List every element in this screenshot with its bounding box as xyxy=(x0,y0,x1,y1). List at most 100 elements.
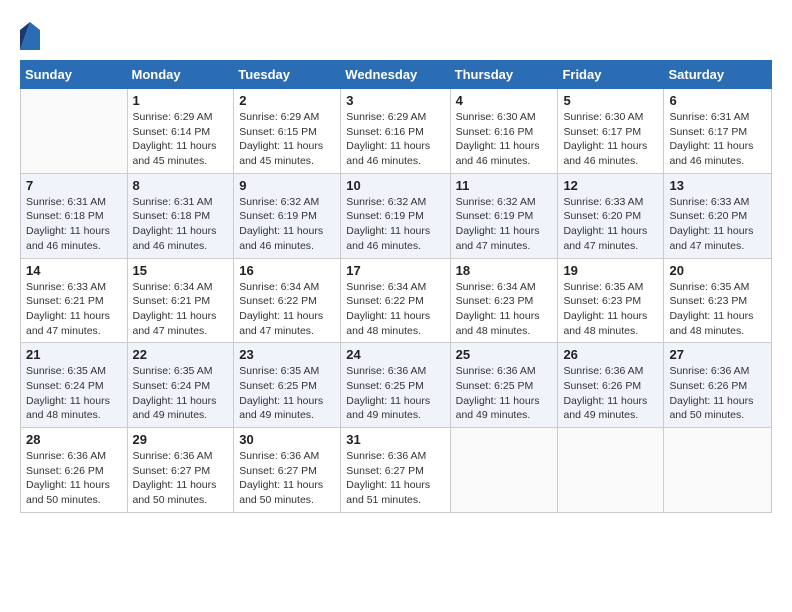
week-row-2: 7 Sunrise: 6:31 AMSunset: 6:18 PMDaylight… xyxy=(21,173,772,258)
day-number: 13 xyxy=(669,178,766,193)
day-info: Sunrise: 6:36 AMSunset: 6:25 PMDaylight:… xyxy=(346,364,444,423)
calendar-cell: 8 Sunrise: 6:31 AMSunset: 6:18 PMDaylight… xyxy=(127,173,234,258)
day-number: 22 xyxy=(133,347,229,362)
calendar-cell xyxy=(558,428,664,513)
calendar-cell: 14 Sunrise: 6:33 AMSunset: 6:21 PMDayligh… xyxy=(21,258,128,343)
calendar-cell: 18 Sunrise: 6:34 AMSunset: 6:23 PMDayligh… xyxy=(450,258,558,343)
calendar-cell: 26Sunrise: 6:36 AMSunset: 6:26 PMDayligh… xyxy=(558,343,664,428)
calendar-cell: 21 Sunrise: 6:35 AMSunset: 6:24 PMDayligh… xyxy=(21,343,128,428)
week-row-1: 1 Sunrise: 6:29 AMSunset: 6:14 PMDaylight… xyxy=(21,89,772,174)
day-info: Sunrise: 6:36 AMSunset: 6:25 PMDaylight:… xyxy=(456,364,553,423)
day-info: Sunrise: 6:36 AMSunset: 6:27 PMDaylight:… xyxy=(133,449,229,508)
day-number: 16 xyxy=(239,263,335,278)
day-info: Sunrise: 6:29 AMSunset: 6:15 PMDaylight:… xyxy=(239,110,335,169)
calendar-cell: 23 Sunrise: 6:35 AMSunset: 6:25 PMDayligh… xyxy=(234,343,341,428)
day-info: Sunrise: 6:29 AMSunset: 6:16 PMDaylight:… xyxy=(346,110,444,169)
weekday-header-thursday: Thursday xyxy=(450,61,558,89)
day-info: Sunrise: 6:34 AMSunset: 6:22 PMDaylight:… xyxy=(346,280,444,339)
day-info: Sunrise: 6:33 AMSunset: 6:21 PMDaylight:… xyxy=(26,280,122,339)
calendar-cell: 5Sunrise: 6:30 AMSunset: 6:17 PMDaylight… xyxy=(558,89,664,174)
page-header xyxy=(20,20,772,50)
calendar-cell: 4Sunrise: 6:30 AMSunset: 6:16 PMDaylight… xyxy=(450,89,558,174)
day-number: 1 xyxy=(133,93,229,108)
calendar-cell: 31 Sunrise: 6:36 AMSunset: 6:27 PMDayligh… xyxy=(341,428,450,513)
day-number: 11 xyxy=(456,178,553,193)
calendar-cell: 25 Sunrise: 6:36 AMSunset: 6:25 PMDayligh… xyxy=(450,343,558,428)
weekday-header-monday: Monday xyxy=(127,61,234,89)
calendar-cell: 1 Sunrise: 6:29 AMSunset: 6:14 PMDaylight… xyxy=(127,89,234,174)
day-info: Sunrise: 6:33 AMSunset: 6:20 PMDaylight:… xyxy=(563,195,658,254)
calendar-cell: 29 Sunrise: 6:36 AMSunset: 6:27 PMDayligh… xyxy=(127,428,234,513)
day-info: Sunrise: 6:31 AMSunset: 6:18 PMDaylight:… xyxy=(26,195,122,254)
day-info: Sunrise: 6:30 AMSunset: 6:17 PMDaylight:… xyxy=(563,110,658,169)
calendar-cell xyxy=(21,89,128,174)
day-number: 31 xyxy=(346,432,444,447)
day-info: Sunrise: 6:34 AMSunset: 6:21 PMDaylight:… xyxy=(133,280,229,339)
week-row-5: 28 Sunrise: 6:36 AMSunset: 6:26 PMDayligh… xyxy=(21,428,772,513)
calendar-cell: 27Sunrise: 6:36 AMSunset: 6:26 PMDayligh… xyxy=(664,343,772,428)
day-info: Sunrise: 6:35 AMSunset: 6:23 PMDaylight:… xyxy=(563,280,658,339)
day-number: 20 xyxy=(669,263,766,278)
calendar-cell: 10Sunrise: 6:32 AMSunset: 6:19 PMDayligh… xyxy=(341,173,450,258)
day-info: Sunrise: 6:35 AMSunset: 6:25 PMDaylight:… xyxy=(239,364,335,423)
day-info: Sunrise: 6:35 AMSunset: 6:24 PMDaylight:… xyxy=(133,364,229,423)
calendar-cell: 20 Sunrise: 6:35 AMSunset: 6:23 PMDayligh… xyxy=(664,258,772,343)
weekday-header-saturday: Saturday xyxy=(664,61,772,89)
week-row-4: 21 Sunrise: 6:35 AMSunset: 6:24 PMDayligh… xyxy=(21,343,772,428)
calendar-cell: 16 Sunrise: 6:34 AMSunset: 6:22 PMDayligh… xyxy=(234,258,341,343)
calendar-cell: 9 Sunrise: 6:32 AMSunset: 6:19 PMDaylight… xyxy=(234,173,341,258)
week-row-3: 14 Sunrise: 6:33 AMSunset: 6:21 PMDayligh… xyxy=(21,258,772,343)
calendar-cell: 15 Sunrise: 6:34 AMSunset: 6:21 PMDayligh… xyxy=(127,258,234,343)
calendar-cell: 17 Sunrise: 6:34 AMSunset: 6:22 PMDayligh… xyxy=(341,258,450,343)
day-info: Sunrise: 6:35 AMSunset: 6:24 PMDaylight:… xyxy=(26,364,122,423)
day-number: 6 xyxy=(669,93,766,108)
calendar-cell: 22 Sunrise: 6:35 AMSunset: 6:24 PMDayligh… xyxy=(127,343,234,428)
calendar-cell: 7 Sunrise: 6:31 AMSunset: 6:18 PMDaylight… xyxy=(21,173,128,258)
day-info: Sunrise: 6:36 AMSunset: 6:27 PMDaylight:… xyxy=(346,449,444,508)
day-number: 7 xyxy=(26,178,122,193)
day-number: 2 xyxy=(239,93,335,108)
calendar-cell: 6 Sunrise: 6:31 AMSunset: 6:17 PMDaylight… xyxy=(664,89,772,174)
day-number: 30 xyxy=(239,432,335,447)
weekday-header-row: SundayMondayTuesdayWednesdayThursdayFrid… xyxy=(21,61,772,89)
calendar-cell: 3 Sunrise: 6:29 AMSunset: 6:16 PMDaylight… xyxy=(341,89,450,174)
day-info: Sunrise: 6:32 AMSunset: 6:19 PMDaylight:… xyxy=(239,195,335,254)
day-info: Sunrise: 6:36 AMSunset: 6:26 PMDaylight:… xyxy=(669,364,766,423)
day-number: 14 xyxy=(26,263,122,278)
day-info: Sunrise: 6:31 AMSunset: 6:17 PMDaylight:… xyxy=(669,110,766,169)
day-info: Sunrise: 6:32 AMSunset: 6:19 PMDaylight:… xyxy=(456,195,553,254)
day-number: 3 xyxy=(346,93,444,108)
day-info: Sunrise: 6:31 AMSunset: 6:18 PMDaylight:… xyxy=(133,195,229,254)
calendar-cell xyxy=(450,428,558,513)
day-info: Sunrise: 6:29 AMSunset: 6:14 PMDaylight:… xyxy=(133,110,229,169)
day-info: Sunrise: 6:36 AMSunset: 6:26 PMDaylight:… xyxy=(26,449,122,508)
day-number: 28 xyxy=(26,432,122,447)
calendar-table: SundayMondayTuesdayWednesdayThursdayFrid… xyxy=(20,60,772,513)
day-number: 23 xyxy=(239,347,335,362)
day-info: Sunrise: 6:36 AMSunset: 6:27 PMDaylight:… xyxy=(239,449,335,508)
day-number: 19 xyxy=(563,263,658,278)
day-info: Sunrise: 6:35 AMSunset: 6:23 PMDaylight:… xyxy=(669,280,766,339)
weekday-header-tuesday: Tuesday xyxy=(234,61,341,89)
day-number: 12 xyxy=(563,178,658,193)
logo xyxy=(20,20,44,50)
day-number: 25 xyxy=(456,347,553,362)
calendar-cell: 11 Sunrise: 6:32 AMSunset: 6:19 PMDayligh… xyxy=(450,173,558,258)
day-info: Sunrise: 6:34 AMSunset: 6:23 PMDaylight:… xyxy=(456,280,553,339)
calendar-cell: 28 Sunrise: 6:36 AMSunset: 6:26 PMDayligh… xyxy=(21,428,128,513)
day-number: 21 xyxy=(26,347,122,362)
day-number: 15 xyxy=(133,263,229,278)
day-number: 29 xyxy=(133,432,229,447)
weekday-header-wednesday: Wednesday xyxy=(341,61,450,89)
day-number: 17 xyxy=(346,263,444,278)
calendar-cell: 30 Sunrise: 6:36 AMSunset: 6:27 PMDayligh… xyxy=(234,428,341,513)
day-number: 9 xyxy=(239,178,335,193)
calendar-cell: 19 Sunrise: 6:35 AMSunset: 6:23 PMDayligh… xyxy=(558,258,664,343)
weekday-header-friday: Friday xyxy=(558,61,664,89)
day-info: Sunrise: 6:34 AMSunset: 6:22 PMDaylight:… xyxy=(239,280,335,339)
day-number: 18 xyxy=(456,263,553,278)
day-info: Sunrise: 6:30 AMSunset: 6:16 PMDaylight:… xyxy=(456,110,553,169)
day-number: 26 xyxy=(563,347,658,362)
calendar-cell: 2 Sunrise: 6:29 AMSunset: 6:15 PMDaylight… xyxy=(234,89,341,174)
day-number: 8 xyxy=(133,178,229,193)
